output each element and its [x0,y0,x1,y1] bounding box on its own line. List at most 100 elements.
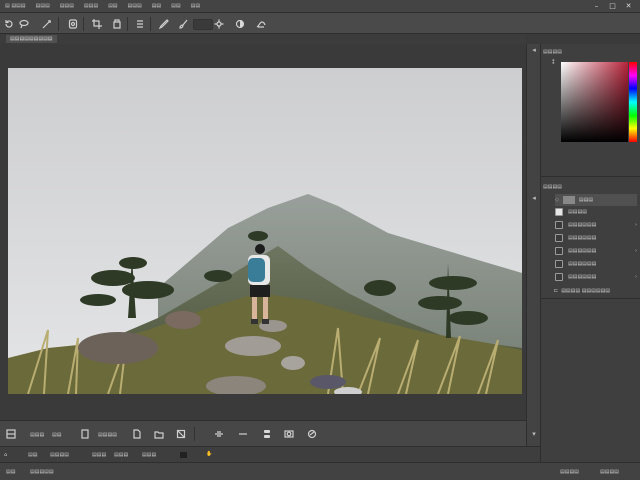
chevron-right-icon[interactable]: › [635,248,637,254]
menu-item[interactable]: ▤▤ [186,3,205,9]
transform-icon[interactable] [174,427,188,441]
layer-checkbox[interactable] [555,260,563,268]
layer-checkbox[interactable] [555,221,563,229]
layer-label: ▤▤▤▤ [568,209,587,215]
bottom-label[interactable]: ▤▤ [28,452,37,458]
blend-icon[interactable] [233,17,247,31]
pen-icon[interactable] [157,17,171,31]
layer-checkbox[interactable] [555,273,563,281]
chevron-right-icon[interactable]: › [635,222,637,228]
chevron-right-icon[interactable]: › [635,274,637,280]
layer-label: ▤▤▤▤▤▤ [568,222,597,228]
bottom-label[interactable]: ▤▤▤ [114,452,128,458]
menu-bar: ▤ ▤▤▤ ▤▤▤ ▤▤▤ ▤▤▤ ▤▤ ▤▤▤ ▤▤ ▤▤ ▤▤ – □ ✕ [0,0,640,12]
bottom-label[interactable]: ▤▤▤▤ [98,432,117,438]
close-icon[interactable]: ✕ [625,2,632,10]
collapse-panel-icon[interactable]: ◂ [530,194,538,202]
layer-label: ▤▤▤▤▤▤ [568,274,597,280]
hand-icon[interactable]: ✋ [206,451,212,457]
minimize-icon[interactable]: – [593,2,600,10]
home-icon[interactable]: ⌂ [4,452,7,458]
color-mode-icon[interactable]: ⁑ [552,60,555,66]
scroll-down-icon[interactable]: ▾ [530,430,538,438]
mask-icon[interactable] [282,427,296,441]
smudge-icon[interactable] [254,17,268,31]
status-item: ▤▤▤▤ [560,469,579,475]
photo-canvas[interactable] [8,68,522,394]
lasso-icon[interactable] [17,17,31,31]
scroll-up-icon[interactable]: ◂ [530,46,538,54]
menu-item[interactable]: ▤▤▤ [123,3,147,9]
layers-footer-label: ▤▤▤▤ ▤▤▤▤▤▤ [561,288,611,294]
hue-slider[interactable] [629,62,637,142]
layer-label: ▤▤▤▤▤▤ [568,261,597,267]
document-tab[interactable]: ▤▤▤▤▤▤▤▤▤ [6,35,57,43]
layers-panel-title: ▤▤▤▤ [543,184,562,190]
layers-footer[interactable]: ⊏ ▤▤▤▤ ▤▤▤▤▤▤ [554,285,636,297]
color-panel-title: ▤▤▤▤ [543,49,562,55]
layer-label: ▤▤▤ [578,197,594,203]
status-item: ▤▤ [6,469,16,475]
vertical-scrollbar[interactable]: ◂ ◂ ▾ [526,44,540,446]
bottom-label[interactable]: ▤▤▤ [30,432,44,438]
eye-icon[interactable]: ◇ [555,197,559,203]
folder-icon[interactable] [152,427,166,441]
color-swatch[interactable] [180,452,187,458]
bucket-icon[interactable] [110,17,124,31]
size-field[interactable] [193,19,213,30]
bottom-toolbar: ▤▤▤ ▤▤ ▤▤▤▤ [0,420,526,446]
layers-icon[interactable] [4,427,18,441]
stamp-icon[interactable] [66,17,80,31]
menu-item[interactable]: ▤▤ [103,3,122,9]
layer-item[interactable]: ▤▤▤▤▤▤ › [555,219,637,231]
panel-divider [540,298,640,299]
layer-item[interactable]: ▤▤▤▤ [555,206,637,218]
maximize-icon[interactable]: □ [609,2,616,10]
layer-label: ▤▤▤▤▤▤ [568,235,597,241]
layers-panel-header: ▤▤▤▤ [540,182,640,192]
menu-item[interactable]: ▤▤▤ [55,3,79,9]
crop-icon[interactable] [90,17,104,31]
window-controls: – □ ✕ [593,2,640,10]
line-icon[interactable] [236,427,250,441]
bottom-label[interactable]: ▤▤▤▤ [50,452,69,458]
layer-checkbox[interactable] [555,208,563,216]
menu-item[interactable]: ▤ ▤▤▤ [0,3,31,9]
layer-item[interactable]: ▤▤▤▤▤▤ [555,258,637,270]
color-panel-header: ▤▤▤▤ ⁑ [540,46,640,66]
document-icon[interactable] [130,427,144,441]
bottom-label[interactable]: ▤▤▤ [142,452,156,458]
layer-item-active[interactable]: ◇ ▤▤▤ [555,194,637,206]
list-icon[interactable] [133,17,147,31]
status-item: ▤▤▤▤▤ [30,469,54,475]
menu-item[interactable]: ▤▤ [147,3,166,9]
shapes-icon[interactable] [260,427,274,441]
color-picker-field[interactable] [561,62,628,142]
menu-item[interactable]: ▤▤▤ [79,3,103,9]
page-icon[interactable] [78,427,92,441]
adjustment-icon[interactable] [305,427,319,441]
align-icon[interactable] [212,427,226,441]
gear-icon[interactable] [212,17,226,31]
menu-item[interactable]: ▤▤▤ [31,3,55,9]
magic-wand-icon[interactable] [40,17,54,31]
layer-item[interactable]: ▤▤▤▤▤▤ › [555,245,637,257]
menu-item[interactable]: ▤▤ [166,3,185,9]
status-bar: ▤▤ ▤▤▤▤▤ ▤▤▤▤ ▤▤▤▤ [0,462,640,480]
layer-thumbnail [562,196,575,204]
rotate-icon[interactable] [2,17,16,31]
document-tab-bar: ▤▤▤▤▤▤▤▤▤ [0,34,526,44]
layer-checkbox[interactable] [555,247,563,255]
status-item: ▤▤▤▤ [600,469,619,475]
layer-label: ▤▤▤▤▤▤ [568,248,597,254]
layer-item[interactable]: ▤▤▤▤▤▤ › [555,271,637,283]
brush-icon[interactable] [177,17,191,31]
hiker-mountain-photo [8,68,522,394]
bottom-label[interactable]: ▤▤▤ [92,452,106,458]
bottom-label[interactable]: ▤▤ [52,432,61,438]
panel-divider [540,176,640,177]
layer-checkbox[interactable] [555,234,563,242]
layer-item[interactable]: ▤▤▤▤▤▤ [555,232,637,244]
options-bar [0,12,640,34]
link-icon[interactable]: ⊏ [554,288,558,294]
